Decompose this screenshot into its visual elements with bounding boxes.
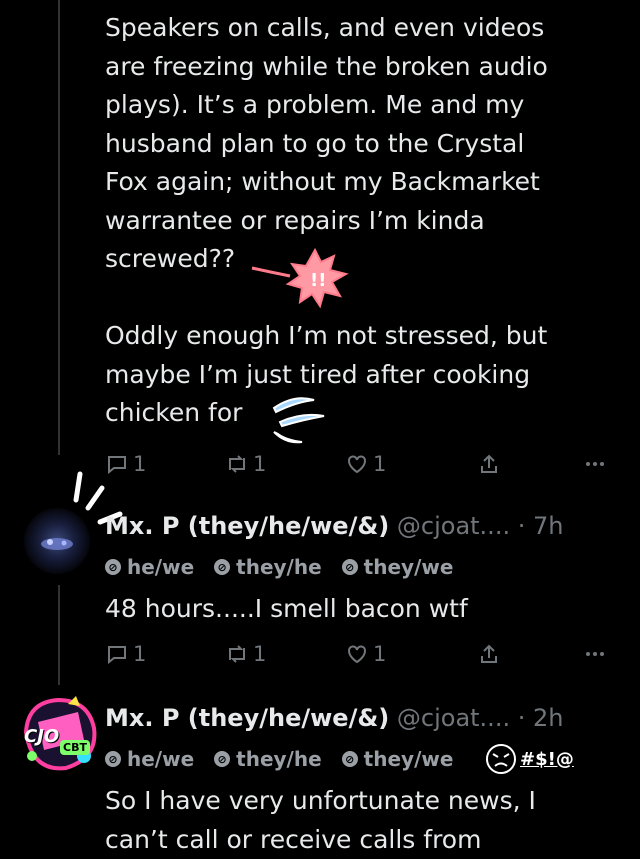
pronoun-icon: ⊘: [214, 751, 231, 767]
pronoun-badge: ⊘ he/we: [105, 555, 194, 579]
pronoun-icon: ⊘: [105, 559, 121, 575]
reply-button[interactable]: 1: [105, 642, 146, 666]
thread-line: [58, 585, 60, 685]
more-icon: [586, 652, 604, 656]
more-button[interactable]: [583, 452, 611, 476]
tweet-header: Mx. P (they/he/we/&) @cjoat.... · 2h: [105, 704, 563, 732]
share-button[interactable]: [477, 642, 505, 666]
pronoun-label: he/we: [127, 555, 195, 579]
tweet-actions: 1 1 1: [105, 452, 615, 482]
pronoun-badges: ⊘ he/we ⊘ they/he ⊘ they/we: [105, 747, 453, 771]
tweet-header: Mx. P (they/he/we/&) @cjoat.... · 7h: [105, 512, 563, 540]
timestamp[interactable]: · 7h: [518, 512, 564, 540]
pronoun-label: they/he: [236, 747, 322, 771]
thread-line: [58, 0, 60, 455]
avatar-image: [41, 538, 73, 550]
pronoun-label: he/we: [127, 747, 195, 771]
pronoun-badge: ⊘ they/he: [214, 555, 322, 579]
heart-icon: [348, 455, 366, 474]
tweet-text: Speakers on calls, and even videos are f…: [105, 13, 548, 427]
retweet-icon: [229, 455, 245, 473]
share-button[interactable]: [477, 452, 505, 476]
retweet-count: 1: [253, 642, 267, 666]
user-handle[interactable]: @cjoat....: [397, 704, 510, 732]
sweat-drops-sticker: [272, 397, 325, 444]
pronoun-icon: ⊘: [214, 559, 231, 575]
pronoun-icon: ⊘: [341, 751, 358, 767]
like-count: 1: [373, 642, 387, 666]
pronoun-badge: ⊘ they/he: [214, 747, 322, 771]
pronoun-badge: ⊘ they/we: [341, 747, 454, 771]
avatar[interactable]: [24, 508, 90, 574]
retweet-button[interactable]: 1: [225, 452, 266, 476]
svg-text:!!: !!: [310, 270, 326, 291]
pronoun-icon: ⊘: [341, 559, 358, 575]
like-button[interactable]: 1: [345, 642, 386, 666]
display-name[interactable]: Mx. P (they/he/we/&): [105, 704, 389, 732]
like-count: 1: [373, 452, 387, 476]
sticker-text: #$!@: [520, 748, 574, 770]
heart-icon: [348, 645, 366, 664]
retweet-button[interactable]: 1: [225, 642, 266, 666]
avatar-text: CJO: [24, 726, 60, 747]
share-icon: [481, 454, 497, 473]
tweet-text: So I have very unfortunate news, I can’t…: [105, 786, 536, 854]
pronoun-label: they/we: [363, 747, 454, 771]
pronoun-badge: ⊘ they/we: [341, 555, 454, 579]
reply-count: 1: [133, 642, 147, 666]
pronoun-badges: ⊘ he/we ⊘ they/he ⊘ they/we: [105, 555, 453, 579]
tweet-text: 48 hours.....I smell bacon wtf: [105, 594, 468, 623]
more-icon: [586, 462, 604, 466]
share-icon: [481, 644, 497, 663]
like-button[interactable]: 1: [345, 452, 386, 476]
pronoun-icon: ⊘: [105, 751, 121, 767]
timestamp[interactable]: · 2h: [518, 704, 564, 732]
pronoun-label: they/we: [363, 555, 454, 579]
user-handle[interactable]: @cjoat....: [397, 512, 510, 540]
more-button[interactable]: [583, 642, 611, 666]
retweet-icon: [229, 645, 245, 663]
grumpy-face-icon: [486, 744, 516, 774]
avatar-badge: CBT: [60, 740, 90, 755]
exclamation-burst-sticker: !!: [251, 247, 349, 309]
pronoun-label: they/he: [236, 555, 322, 579]
pronoun-badge: ⊘ he/we: [105, 747, 194, 771]
tweet-actions: 1 1 1: [105, 642, 615, 672]
avatar[interactable]: CJO CBT: [18, 692, 102, 776]
reply-count: 1: [133, 452, 147, 476]
retweet-count: 1: [253, 452, 267, 476]
display-name[interactable]: Mx. P (they/he/we/&): [105, 512, 389, 540]
grumpy-face-sticker: #$!@: [484, 742, 574, 776]
reply-icon: [108, 646, 126, 665]
